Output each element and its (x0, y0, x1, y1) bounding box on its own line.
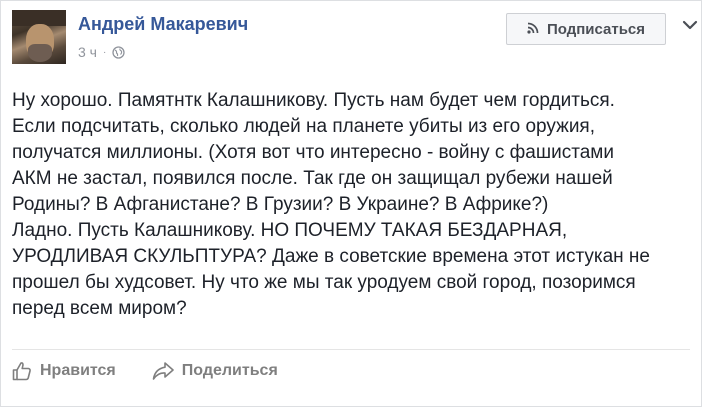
rss-icon (527, 21, 539, 38)
subscribe-label: Подписаться (546, 20, 646, 38)
post-card: Андрей Макаревич 3 ч · Подписаться Ну хо… (0, 0, 702, 407)
post-timestamp[interactable]: 3 ч (78, 44, 97, 60)
meta-separator: · (102, 46, 107, 58)
post-line: АКМ не застал, появился после. Так где о… (12, 168, 613, 189)
post-line: прошел бы худсовет. Ну что же мы так уро… (12, 272, 636, 293)
post-line: Ну хорошо. Памятнтк Калашникову. Пусть н… (12, 90, 615, 111)
chevron-down-icon[interactable] (681, 16, 699, 34)
post-meta: 3 ч · (78, 44, 125, 60)
avatar-beard (28, 44, 52, 62)
author-name[interactable]: Андрей Макаревич (78, 14, 248, 35)
post-line: УРОДЛИВАЯ СКУЛЬПТУРА? Даже в советские в… (12, 246, 650, 267)
share-arrow-icon (152, 361, 174, 381)
actions-divider (12, 349, 690, 350)
like-label: Нравится (40, 362, 116, 379)
share-button[interactable]: Поделиться (152, 361, 278, 381)
post-actions: Нравится Поделиться (12, 361, 278, 381)
post-line: Если подсчитать, сколько людей на планет… (12, 116, 595, 137)
globe-icon[interactable] (112, 45, 125, 59)
thumbs-up-icon (12, 361, 32, 381)
post-line: получатся миллионы. (Хотя вот что интере… (12, 142, 614, 163)
post-line: Ладно. Пусть Калашникову. НО ПОЧЕМУ ТАКА… (12, 220, 568, 241)
author-avatar[interactable] (12, 10, 66, 64)
share-label: Поделиться (181, 362, 278, 379)
post-line: перед всем миром? (12, 298, 187, 319)
post-body: Ну хорошо. Памятнтк Калашникову. Пусть н… (12, 88, 692, 322)
like-button[interactable]: Нравится (12, 361, 116, 381)
post-line: Родины? В Афганистане? В Грузии? В Украи… (12, 194, 549, 215)
subscribe-button[interactable]: Подписаться (506, 13, 666, 45)
